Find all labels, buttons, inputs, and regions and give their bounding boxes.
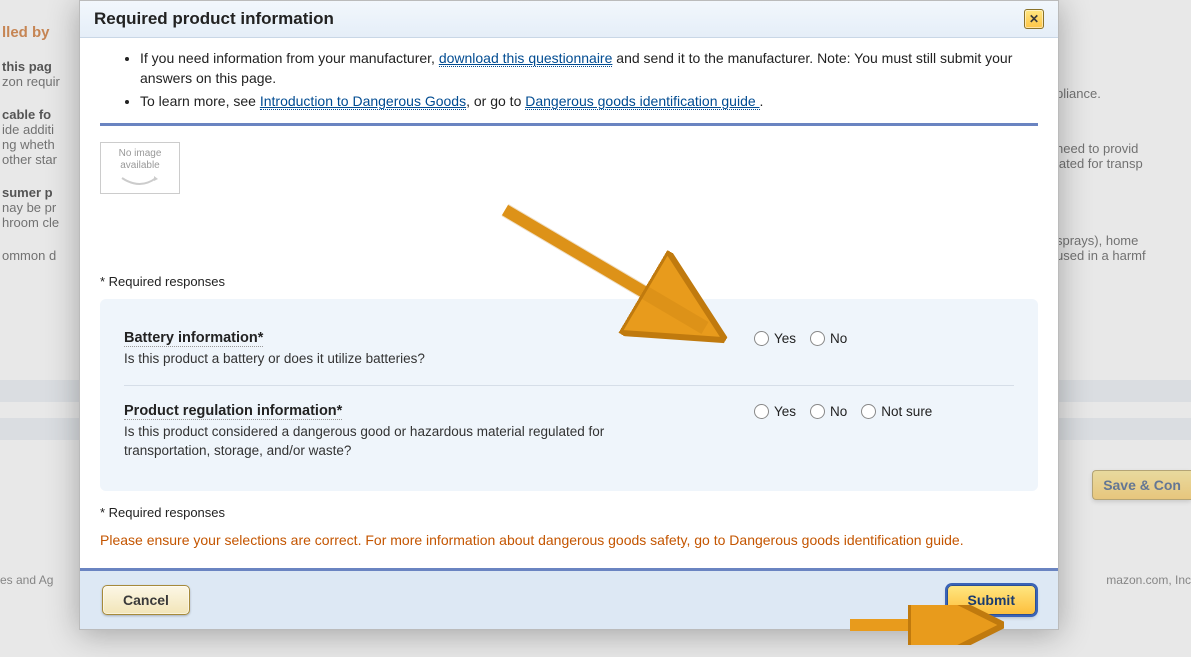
battery-question-title: Battery information*	[124, 330, 263, 347]
question-panel: Battery information* Is this product a b…	[100, 299, 1038, 491]
intro-dangerous-goods-link[interactable]: Introduction to Dangerous Goods	[260, 93, 466, 110]
info-text: To learn more, see	[140, 93, 260, 109]
required-product-info-dialog: Required product information ✕ If you ne…	[79, 0, 1059, 630]
download-questionnaire-link[interactable]: download this questionnaire	[439, 50, 613, 67]
regulation-question-row: Product regulation information* Is this …	[124, 392, 1014, 471]
info-list: If you need information from your manufa…	[140, 48, 1038, 111]
required-note-bottom: * Required responses	[100, 505, 1038, 520]
question-divider	[124, 385, 1014, 386]
regulation-yes-option[interactable]: Yes	[754, 404, 796, 419]
info-text: .	[760, 93, 764, 109]
divider	[100, 123, 1038, 126]
info-item: If you need information from your manufa…	[140, 48, 1038, 89]
regulation-notsure-option[interactable]: Not sure	[861, 404, 932, 419]
battery-options: Yes No	[754, 329, 1014, 346]
required-note: * Required responses	[100, 274, 1038, 289]
option-label: No	[830, 331, 847, 346]
battery-no-option[interactable]: No	[810, 331, 847, 346]
dialog-body: If you need information from your manufa…	[80, 38, 1058, 558]
dialog-footer: Cancel Submit	[80, 568, 1058, 629]
radio-icon	[754, 331, 769, 346]
regulation-options: Yes No Not sure	[754, 402, 1014, 419]
radio-icon	[861, 404, 876, 419]
battery-question-row: Battery information* Is this product a b…	[124, 319, 1014, 379]
warning-message: Please ensure your selections are correc…	[100, 530, 1038, 550]
battery-yes-option[interactable]: Yes	[754, 331, 796, 346]
option-label: Not sure	[881, 404, 932, 419]
close-icon: ✕	[1029, 12, 1039, 26]
dangerous-goods-guide-link[interactable]: Dangerous goods identification guide	[525, 93, 759, 110]
info-text: , or go to	[466, 93, 525, 109]
radio-icon	[810, 331, 825, 346]
submit-button[interactable]: Submit	[947, 585, 1036, 615]
option-label: Yes	[774, 331, 796, 346]
regulation-question-title: Product regulation information*	[124, 403, 342, 420]
info-item: To learn more, see Introduction to Dange…	[140, 91, 1038, 111]
option-label: No	[830, 404, 847, 419]
info-text: If you need information from your manufa…	[140, 50, 439, 66]
question-text-block: Product regulation information* Is this …	[124, 402, 674, 461]
regulation-question-desc: Is this product considered a dangerous g…	[124, 423, 674, 461]
option-label: Yes	[774, 404, 796, 419]
radio-icon	[754, 404, 769, 419]
close-button[interactable]: ✕	[1024, 9, 1044, 29]
battery-question-desc: Is this product a battery or does it uti…	[124, 350, 674, 369]
no-image-text: available	[120, 160, 159, 172]
dialog-title: Required product information	[94, 9, 334, 29]
cancel-button[interactable]: Cancel	[102, 585, 190, 615]
no-image-text: No image	[119, 148, 162, 160]
question-text-block: Battery information* Is this product a b…	[124, 329, 674, 369]
amazon-smile-icon	[120, 176, 160, 188]
no-image-placeholder: No image available	[100, 142, 180, 194]
regulation-no-option[interactable]: No	[810, 404, 847, 419]
dialog-header: Required product information ✕	[80, 1, 1058, 38]
radio-icon	[810, 404, 825, 419]
